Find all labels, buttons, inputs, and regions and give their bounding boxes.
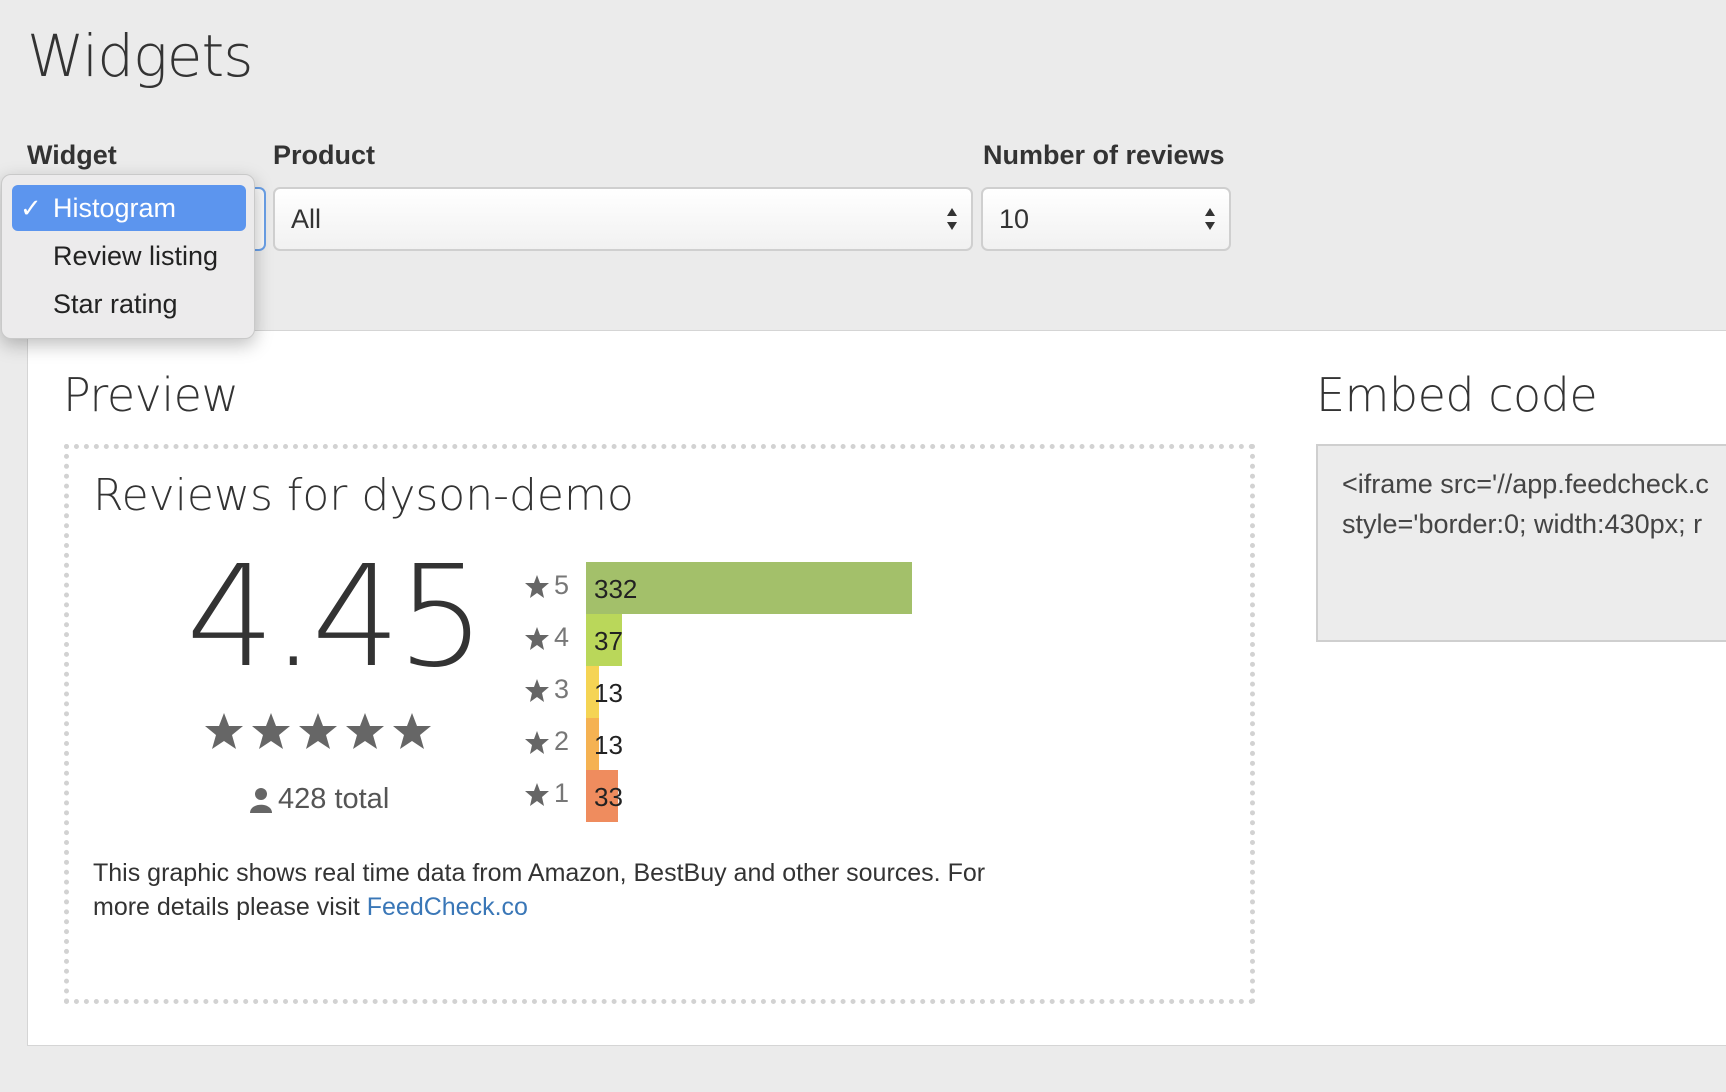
product-select-value: All — [291, 204, 322, 234]
menu-item-histogram[interactable]: ✓ Histogram — [12, 185, 246, 231]
checkmark-icon: ✓ — [20, 193, 42, 223]
menu-item-review-listing[interactable]: Review listing — [12, 233, 246, 279]
histogram-star-label: 3 — [554, 674, 570, 704]
star-icon — [205, 713, 243, 749]
five-star-rating — [205, 713, 431, 749]
embed-code-line-2: style='border:0; width:430px; r — [1342, 509, 1703, 539]
widget-label: Widget — [27, 140, 117, 170]
embed-code-box[interactable]: <iframe src='//app.feedcheck.c style='bo… — [1316, 444, 1726, 642]
widget-title: Reviews for dyson-demo — [93, 470, 634, 521]
embed-code-title: Embed code — [1316, 368, 1598, 422]
reviews-count-select[interactable]: 10 — [981, 187, 1231, 251]
embed-code-line-1: <iframe src='//app.feedcheck.c — [1342, 469, 1709, 499]
star-icon — [252, 713, 290, 749]
average-rating: 4.45 — [186, 536, 486, 699]
star-icon — [393, 713, 431, 749]
feedcheck-link[interactable]: FeedCheck.co — [367, 893, 528, 921]
histogram-count: 33 — [594, 782, 623, 812]
menu-item-label: Review listing — [53, 241, 219, 271]
reviews-count-value: 10 — [999, 204, 1030, 234]
widget-dropdown-menu: ✓ Histogram Review listing Star rating — [1, 174, 255, 339]
user-icon — [250, 787, 272, 813]
histogram-star-label: 4 — [554, 622, 570, 652]
embed-code-text: <iframe src='//app.feedcheck.c style='bo… — [1342, 464, 1709, 544]
product-select[interactable]: All — [273, 187, 973, 251]
preview-title: Preview — [63, 368, 239, 422]
select-arrows-icon — [1205, 208, 1215, 230]
product-label: Product — [273, 140, 376, 170]
menu-item-label: Star rating — [53, 289, 178, 319]
reviews-count-label: Number of reviews — [983, 140, 1225, 170]
histogram-star-label: 5 — [554, 570, 570, 600]
star-icon — [525, 627, 549, 650]
histogram-count: 13 — [594, 678, 623, 708]
menu-item-star-rating[interactable]: Star rating — [12, 281, 246, 327]
star-icon — [525, 575, 549, 598]
page-title: Widgets — [27, 22, 253, 90]
select-arrows-icon — [947, 208, 957, 230]
star-icon — [525, 731, 549, 754]
data-source-text: This graphic shows real time data from A… — [93, 859, 986, 921]
star-icon — [525, 679, 549, 702]
star-icon — [299, 713, 337, 749]
histogram-star-label: 1 — [554, 778, 570, 808]
histogram-count: 332 — [594, 574, 638, 604]
data-source-note: This graphic shows real time data from A… — [93, 856, 993, 924]
histogram-star-label: 2 — [554, 726, 570, 756]
review-total-text: 428 total — [278, 783, 390, 815]
review-total: 428 total — [250, 783, 389, 816]
star-icon — [525, 783, 549, 806]
histogram-count: 13 — [594, 730, 623, 760]
star-icon — [346, 713, 384, 749]
histogram-count: 37 — [594, 626, 623, 656]
menu-item-label: Histogram — [53, 193, 177, 223]
